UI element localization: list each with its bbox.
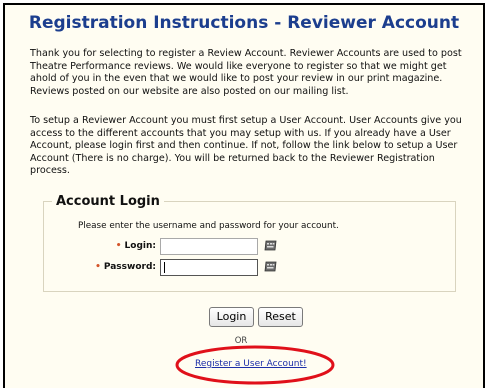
login-label-text: Login: <box>124 241 156 251</box>
login-input[interactable] <box>160 238 258 255</box>
login-button[interactable]: Login <box>209 307 254 327</box>
login-label: • Login: <box>100 241 156 251</box>
required-marker: • <box>115 241 122 251</box>
account-login-legend: Account Login <box>56 194 160 209</box>
setup-paragraph: To setup a Reviewer Account you must fir… <box>30 115 462 177</box>
page-title: Registration Instructions - Reviewer Acc… <box>28 13 460 33</box>
keyboard-icon[interactable] <box>264 240 277 251</box>
keyboard-icon[interactable] <box>264 261 277 272</box>
register-user-account-link[interactable]: Register a User Account! <box>195 359 307 369</box>
intro-paragraph: Thank you for selecting to register a Re… <box>30 48 462 97</box>
required-marker: • <box>95 262 101 272</box>
password-label-text: Password: <box>103 262 156 272</box>
reset-button[interactable]: Reset <box>258 307 303 327</box>
text-cursor <box>164 262 165 273</box>
password-label: • Password: <box>90 262 156 272</box>
login-instructions: Please enter the username and password f… <box>78 221 339 231</box>
password-input[interactable] <box>160 259 258 276</box>
or-separator: OR <box>234 336 248 346</box>
